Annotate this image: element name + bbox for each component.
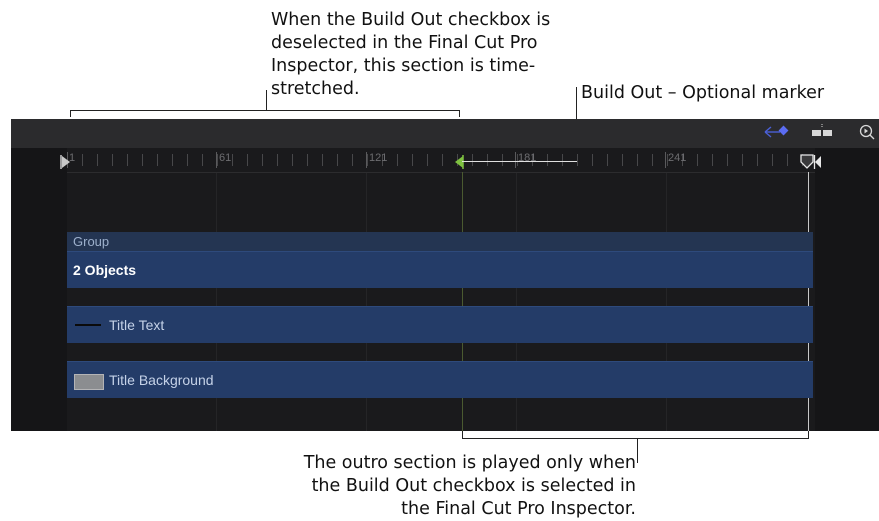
title-background-track[interactable]: Title Background bbox=[67, 361, 813, 398]
group-label: Group bbox=[73, 234, 110, 249]
zoom-to-fit-icon[interactable] bbox=[859, 124, 875, 144]
title-background-label: Title Background bbox=[109, 372, 214, 388]
title-text-label: Title Text bbox=[109, 317, 165, 333]
outro-callout: The outro section is played only when th… bbox=[303, 453, 636, 519]
group-header-band[interactable] bbox=[67, 232, 813, 251]
ruler-label-241: 241 bbox=[668, 152, 687, 164]
ruler-major-tick bbox=[665, 152, 666, 168]
ruler-tick-marks bbox=[67, 154, 879, 166]
snapping-icon[interactable] bbox=[811, 124, 833, 146]
keyframe-navigation-icon[interactable] bbox=[764, 124, 794, 144]
ruler-label-121: 121 bbox=[369, 152, 388, 164]
ruler-label-61: 61 bbox=[219, 152, 232, 164]
image-layer-icon bbox=[74, 374, 104, 390]
ruler-major-tick bbox=[515, 152, 516, 168]
play-range-out-icon[interactable] bbox=[800, 154, 822, 175]
ruler-major-tick bbox=[366, 152, 367, 168]
play-range-in-icon[interactable] bbox=[60, 155, 72, 174]
timeline-toolbar bbox=[11, 119, 879, 148]
timeline-ruler[interactable]: 1 61 121 181 241 301 bbox=[11, 148, 879, 199]
out-of-range-left bbox=[11, 148, 67, 431]
outro-bracket-right bbox=[808, 431, 809, 439]
build-out-marker-icon[interactable] bbox=[453, 155, 465, 174]
time-stretch-bracket-stem bbox=[266, 90, 267, 111]
group-track[interactable]: 2 Objects bbox=[67, 251, 813, 288]
ruler-major-tick bbox=[216, 152, 217, 168]
out-of-range-right bbox=[815, 148, 879, 431]
build-out-marker-callout: Build Out – Optional marker bbox=[581, 83, 825, 103]
marker-leader-horizontal bbox=[462, 161, 577, 162]
time-stretch-bracket-right bbox=[459, 110, 460, 117]
timeline-panel: 1 61 121 181 241 301 Group 2 Objects Tit… bbox=[11, 119, 879, 431]
outro-bracket-bottom bbox=[462, 438, 809, 439]
time-stretch-bracket-left bbox=[70, 110, 71, 117]
title-text-track[interactable]: Title Text bbox=[67, 306, 813, 343]
time-stretch-callout: When the Build Out checkbox is deselecte… bbox=[271, 10, 551, 99]
group-track-label: 2 Objects bbox=[73, 262, 137, 278]
ruler-label-181: 181 bbox=[518, 152, 537, 164]
outro-bracket-stem bbox=[637, 438, 638, 463]
text-layer-icon bbox=[75, 324, 101, 326]
time-stretch-bracket-top bbox=[70, 110, 460, 111]
